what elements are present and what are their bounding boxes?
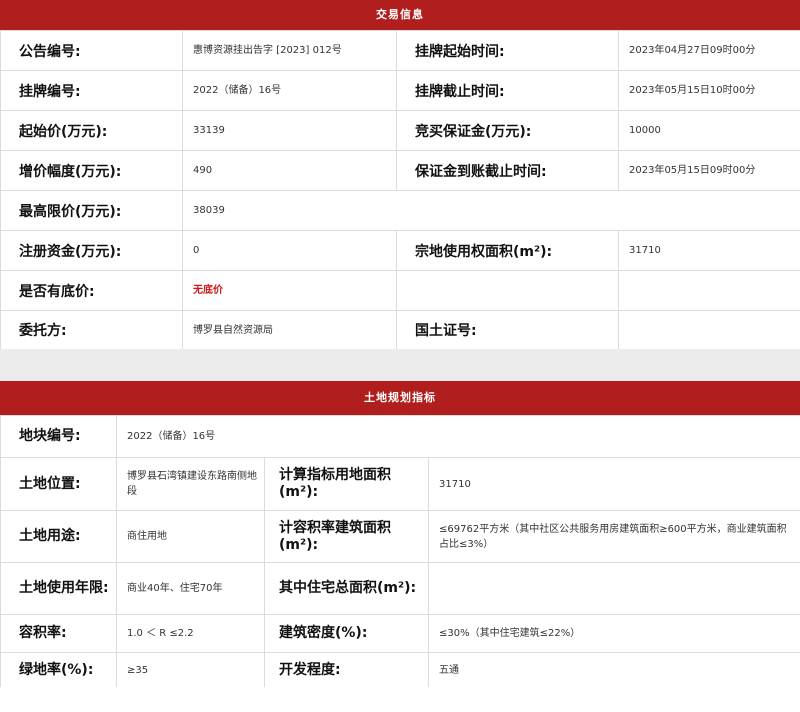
far-label: 容积率: [0, 614, 117, 653]
table-row: 容积率: 1.0 ＜ R ≤2.2 建筑密度(%): ≤30%（其中住宅建筑≤2… [0, 614, 800, 653]
land-area-label: 宗地使用权面积(m²): [396, 230, 619, 271]
section-gap [0, 349, 800, 381]
table-row: 土地位置: 博罗县石湾镇建设东路南侧地段 计算指标用地面积(m²): 31710 [0, 457, 800, 511]
deposit-value: 10000 [618, 110, 800, 151]
listing-start-label: 挂牌起始时间: [396, 30, 619, 71]
land-plan-table: 地块编号: 2022（储备）16号 土地位置: 博罗县石湾镇建设东路南侧地段 计… [0, 415, 800, 688]
calc-area-label: 计算指标用地面积(m²): [264, 457, 429, 511]
table-row: 公告编号: 惠博资源挂出告字 [2023] 012号 挂牌起始时间: 2023年… [0, 30, 800, 71]
location-label: 土地位置: [0, 457, 117, 511]
table-row: 委托方: 博罗县自然资源局 国土证号: [0, 310, 800, 350]
calc-area-value: 31710 [428, 457, 800, 511]
listing-no-label: 挂牌编号: [0, 70, 183, 111]
usage-term-value: 商业40年、住宅70年 [116, 562, 265, 615]
start-price-value: 33139 [182, 110, 397, 151]
far-area-value: ≤69762平方米（其中社区公共服务用房建筑面积≥600平方米，商业建筑面积占比… [428, 510, 800, 563]
max-price-label: 最高限价(万元): [0, 190, 183, 231]
table-row: 地块编号: 2022（储备）16号 [0, 415, 800, 458]
listing-start-value: 2023年04月27日09时00分 [618, 30, 800, 71]
table-row: 注册资金(万元): 0 宗地使用权面积(m²): 31710 [0, 230, 800, 271]
residential-area-value [428, 562, 800, 615]
client-value: 博罗县自然资源局 [182, 310, 397, 350]
listing-end-label: 挂牌截止时间: [396, 70, 619, 111]
announcement-no-value: 惠博资源挂出告字 [2023] 012号 [182, 30, 397, 71]
dev-level-value: 五通 [428, 652, 800, 688]
empty-cell [618, 270, 800, 311]
reserve-price-value: 无底价 [182, 270, 397, 311]
announcement-no-label: 公告编号: [0, 30, 183, 71]
table-row: 增价幅度(万元): 490 保证金到账截止时间: 2023年05月15日09时0… [0, 150, 800, 191]
usage-term-label: 土地使用年限: [0, 562, 117, 615]
land-area-value: 31710 [618, 230, 800, 271]
parcel-no-label: 地块编号: [0, 415, 117, 458]
land-use-value: 商住用地 [116, 510, 265, 563]
page-bottom [0, 687, 800, 712]
start-price-label: 起始价(万元): [0, 110, 183, 151]
land-cert-value [618, 310, 800, 350]
land-cert-label: 国土证号: [396, 310, 619, 350]
empty-cell [396, 270, 619, 311]
building-density-value: ≤30%（其中住宅建筑≤22%） [428, 614, 800, 653]
building-density-label: 建筑密度(%): [264, 614, 429, 653]
increment-value: 490 [182, 150, 397, 191]
client-label: 委托方: [0, 310, 183, 350]
far-area-label: 计容积率建筑面积(m²): [264, 510, 429, 563]
land-plan-header: 土地规划指标 [0, 381, 800, 415]
trade-info-table: 公告编号: 惠博资源挂出告字 [2023] 012号 挂牌起始时间: 2023年… [0, 30, 800, 350]
location-value: 博罗县石湾镇建设东路南侧地段 [116, 457, 265, 511]
land-use-label: 土地用途: [0, 510, 117, 563]
table-row: 挂牌编号: 2022（储备）16号 挂牌截止时间: 2023年05月15日10时… [0, 70, 800, 111]
trade-info-header: 交易信息 [0, 0, 800, 30]
registered-capital-value: 0 [182, 230, 397, 271]
max-price-value: 38039 [182, 190, 800, 231]
listing-end-value: 2023年05月15日10时00分 [618, 70, 800, 111]
table-row: 土地使用年限: 商业40年、住宅70年 其中住宅总面积(m²): [0, 562, 800, 615]
dev-level-label: 开发程度: [264, 652, 429, 688]
table-row: 绿地率(%): ≥35 开发程度: 五通 [0, 652, 800, 688]
listing-no-value: 2022（储备）16号 [182, 70, 397, 111]
far-value: 1.0 ＜ R ≤2.2 [116, 614, 265, 653]
deposit-deadline-value: 2023年05月15日09时00分 [618, 150, 800, 191]
green-rate-label: 绿地率(%): [0, 652, 117, 688]
deposit-label: 竞买保证金(万元): [396, 110, 619, 151]
reserve-price-label: 是否有底价: [0, 270, 183, 311]
table-row: 是否有底价: 无底价 [0, 270, 800, 311]
table-row: 最高限价(万元): 38039 [0, 190, 800, 231]
table-row: 土地用途: 商住用地 计容积率建筑面积(m²): ≤69762平方米（其中社区公… [0, 510, 800, 563]
parcel-no-value: 2022（储备）16号 [116, 415, 800, 458]
deposit-deadline-label: 保证金到账截止时间: [396, 150, 619, 191]
residential-area-label: 其中住宅总面积(m²): [264, 562, 429, 615]
green-rate-value: ≥35 [116, 652, 265, 688]
registered-capital-label: 注册资金(万元): [0, 230, 183, 271]
increment-label: 增价幅度(万元): [0, 150, 183, 191]
table-row: 起始价(万元): 33139 竞买保证金(万元): 10000 [0, 110, 800, 151]
